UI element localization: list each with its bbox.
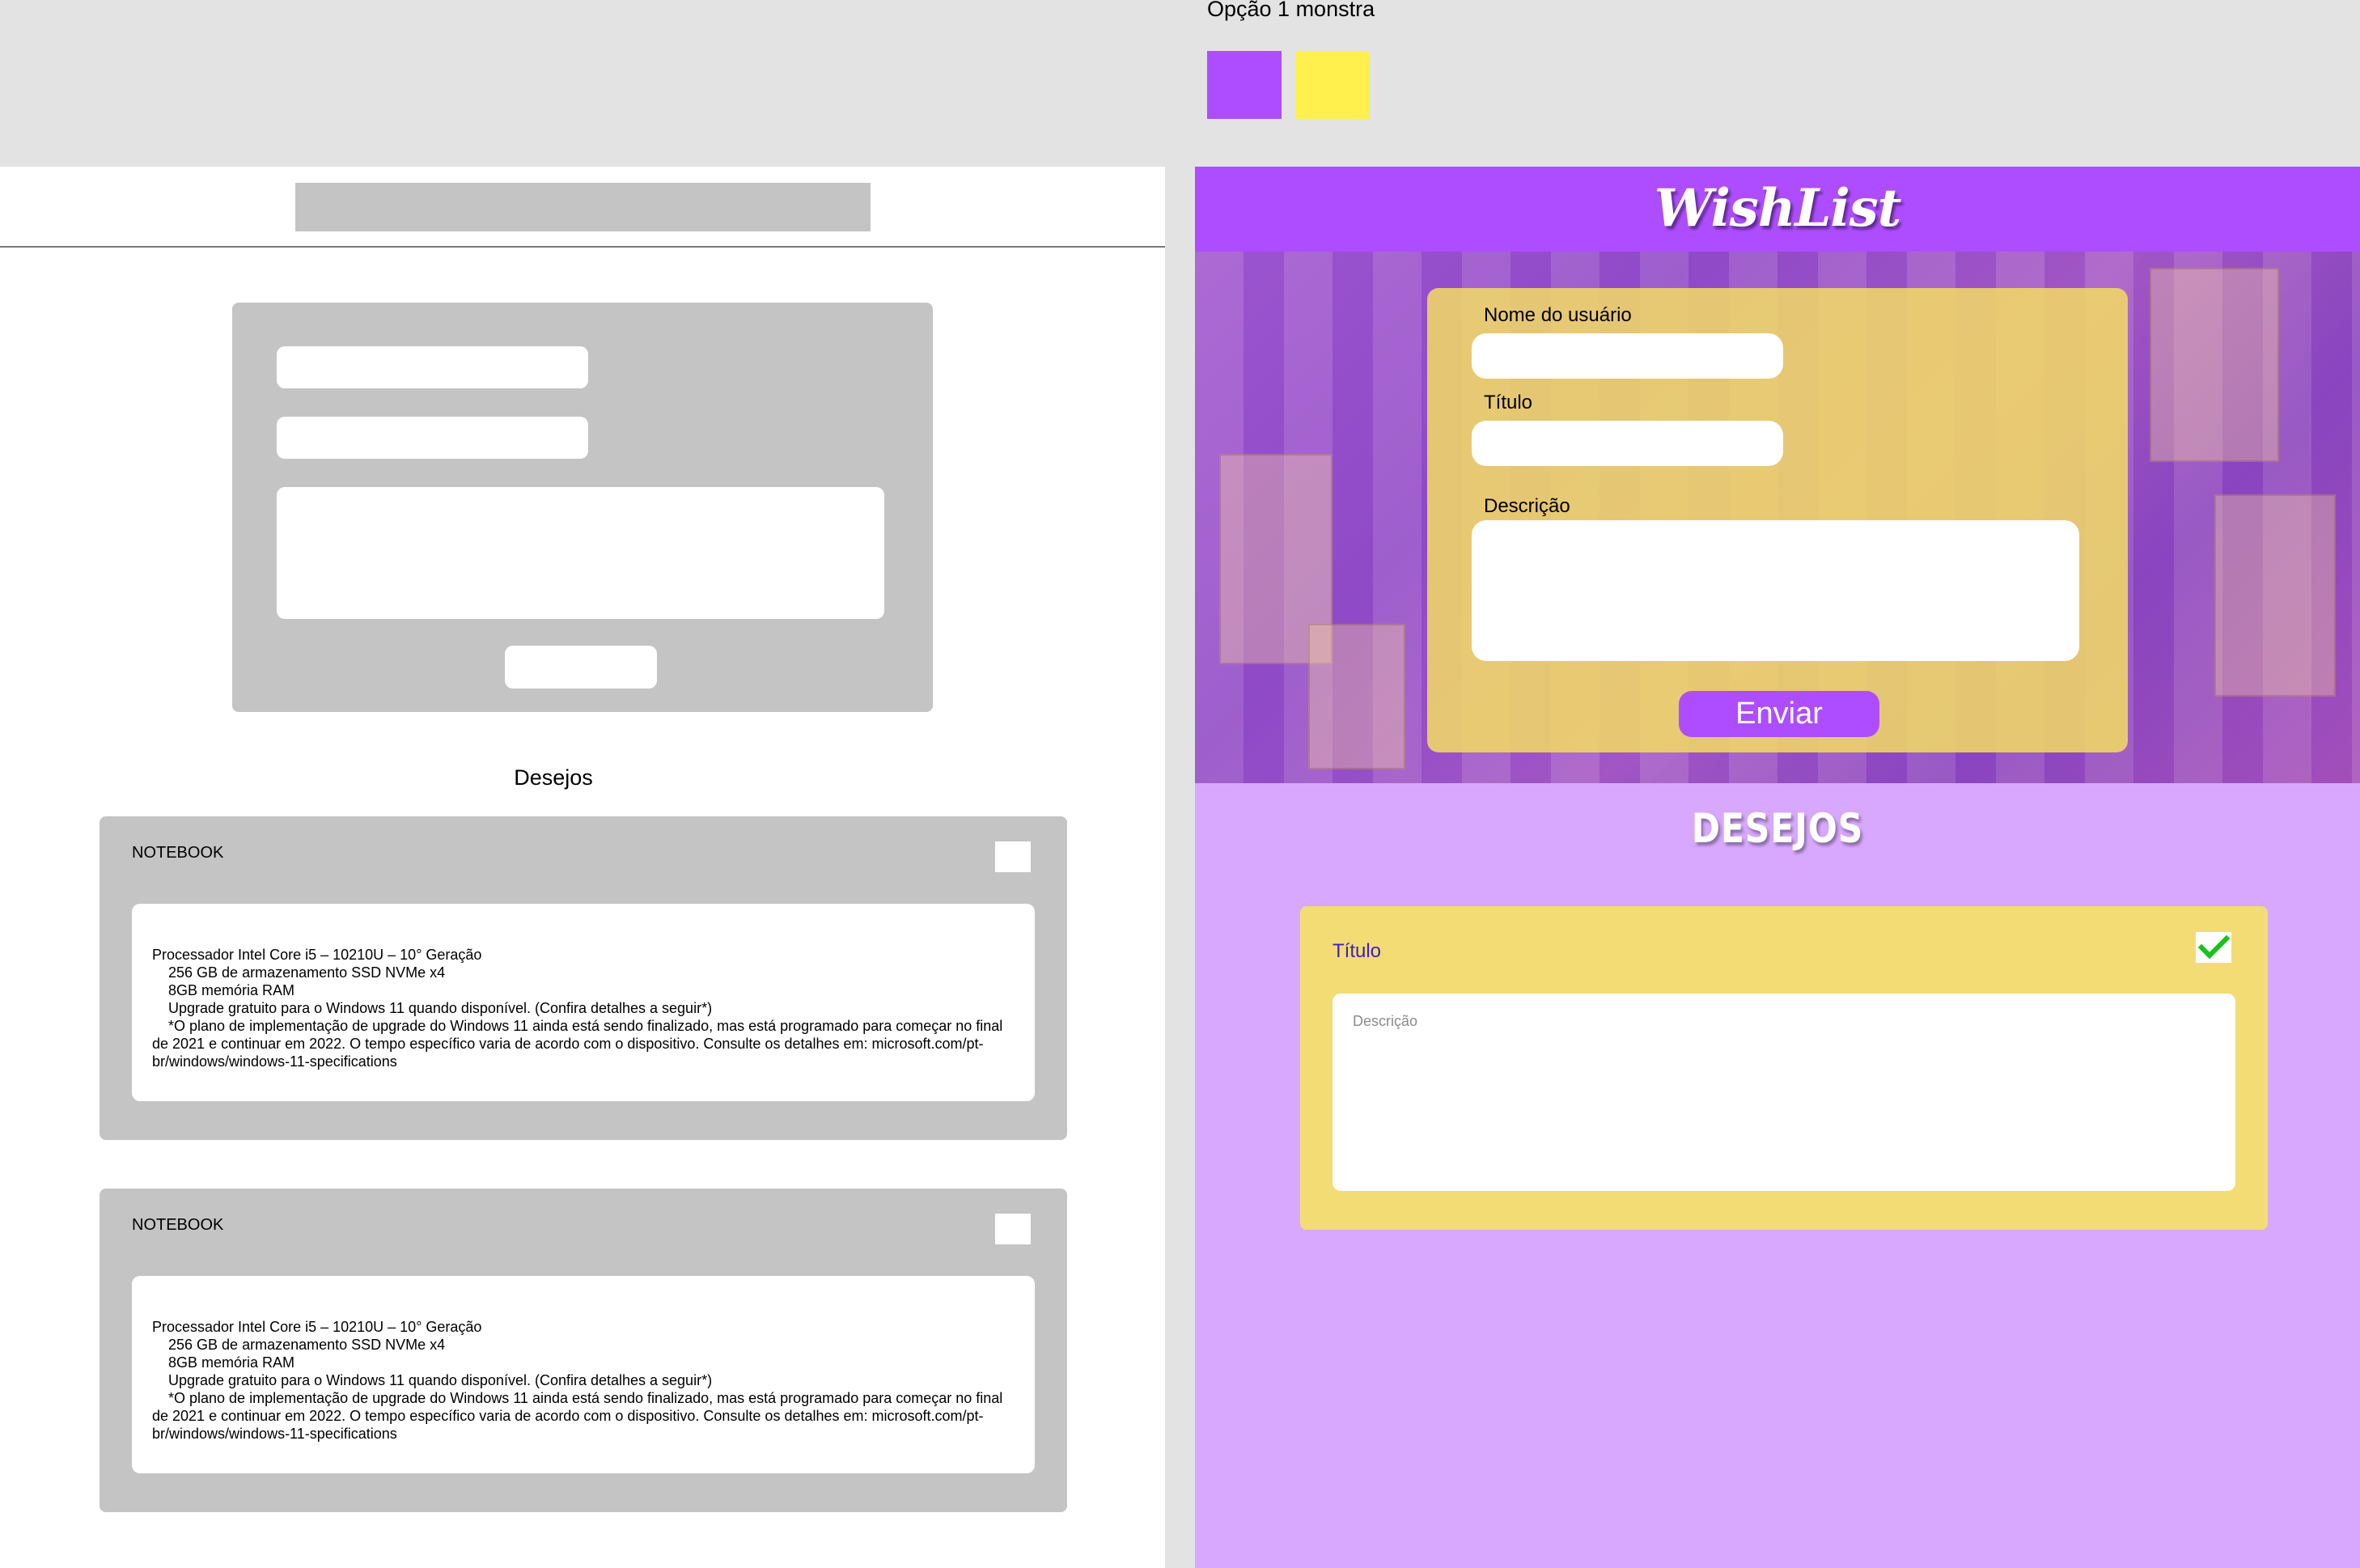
wish-card-description: Descrição <box>1333 994 2235 1191</box>
description-line: *O plano de implementação de upgrade do … <box>152 1018 1003 1070</box>
wishlist-logo[interactable]: WishList <box>1655 178 1902 239</box>
description-line: Upgrade gratuito para o Windows 11 quand… <box>168 1000 713 1016</box>
wish-card-title: NOTEBOOK <box>132 844 224 862</box>
checkmark-icon <box>2197 934 2231 960</box>
wish-checkbox[interactable] <box>995 841 1031 872</box>
hero-decoration <box>2150 268 2279 462</box>
submit-button[interactable]: Enviar <box>1679 691 1879 737</box>
wish-form: Nome do usuário Título Descrição Enviar <box>1427 288 2128 752</box>
wish-card-description: Processador Intel Core i5 – 10210U – 10°… <box>132 904 1035 1101</box>
description-line: 8GB memória RAM <box>168 1354 295 1371</box>
wireframe-header-placeholder <box>295 183 871 231</box>
wireframe-panel: Desejos NOTEBOOK Processador Intel Core … <box>0 167 1165 1568</box>
wireframe-title-field[interactable] <box>277 417 588 459</box>
hero-decoration <box>1308 624 1405 769</box>
wish-card: Título Descrição <box>1300 906 2268 1230</box>
description-label: Descrição <box>1484 495 1570 517</box>
color-swatch-purple <box>1207 51 1282 119</box>
description-line: Processador Intel Core i5 – 10210U – 10°… <box>152 1319 482 1335</box>
wish-card-title: Título <box>1333 940 1382 962</box>
palette-title: Opção 1 monstra <box>1207 0 1375 21</box>
title-label: Título <box>1484 392 1533 413</box>
app-header: WishList <box>1195 167 2360 252</box>
description-textarea[interactable] <box>1472 520 2079 661</box>
username-input[interactable] <box>1472 333 1783 379</box>
username-label: Nome do usuário <box>1484 304 1632 326</box>
wireframe-section-title: Desejos <box>514 765 593 790</box>
description-line: *O plano de implementação de upgrade do … <box>152 1390 1003 1442</box>
wireframe-wish-card: NOTEBOOK Processador Intel Core i5 – 102… <box>100 1189 1067 1512</box>
wish-checkbox[interactable] <box>995 1214 1031 1244</box>
wireframe-wish-card: NOTEBOOK Processador Intel Core i5 – 102… <box>100 816 1067 1140</box>
wireframe-username-field[interactable] <box>277 346 588 388</box>
color-swatch-yellow <box>1295 51 1370 119</box>
title-input[interactable] <box>1472 421 1783 466</box>
description-line: Upgrade gratuito para o Windows 11 quand… <box>168 1372 713 1388</box>
wish-card-description: Processador Intel Core i5 – 10210U – 10°… <box>132 1276 1035 1473</box>
wireframe-divider <box>0 246 1165 248</box>
hero-decoration <box>2214 494 2336 697</box>
mockup-panel: WishList Nome do usuário Título Descriçã… <box>1195 167 2360 1568</box>
wireframe-form <box>232 303 933 712</box>
wish-card-title: NOTEBOOK <box>132 1216 224 1234</box>
hero-background-image: Nome do usuário Título Descrição Enviar <box>1195 252 2360 783</box>
description-line: 256 GB de armazenamento SSD NVMe x4 <box>168 964 446 981</box>
wishes-section-title: DESEJOS <box>1691 805 1864 852</box>
wireframe-submit-button[interactable] <box>505 646 657 689</box>
description-line: 8GB memória RAM <box>168 982 295 998</box>
description-line: Processador Intel Core i5 – 10210U – 10°… <box>152 947 482 963</box>
description-placeholder: Descrição <box>1353 1013 1418 1029</box>
description-line: 256 GB de armazenamento SSD NVMe x4 <box>168 1337 446 1353</box>
wireframe-description-field[interactable] <box>277 487 884 619</box>
wish-checkbox[interactable] <box>2196 932 2231 963</box>
